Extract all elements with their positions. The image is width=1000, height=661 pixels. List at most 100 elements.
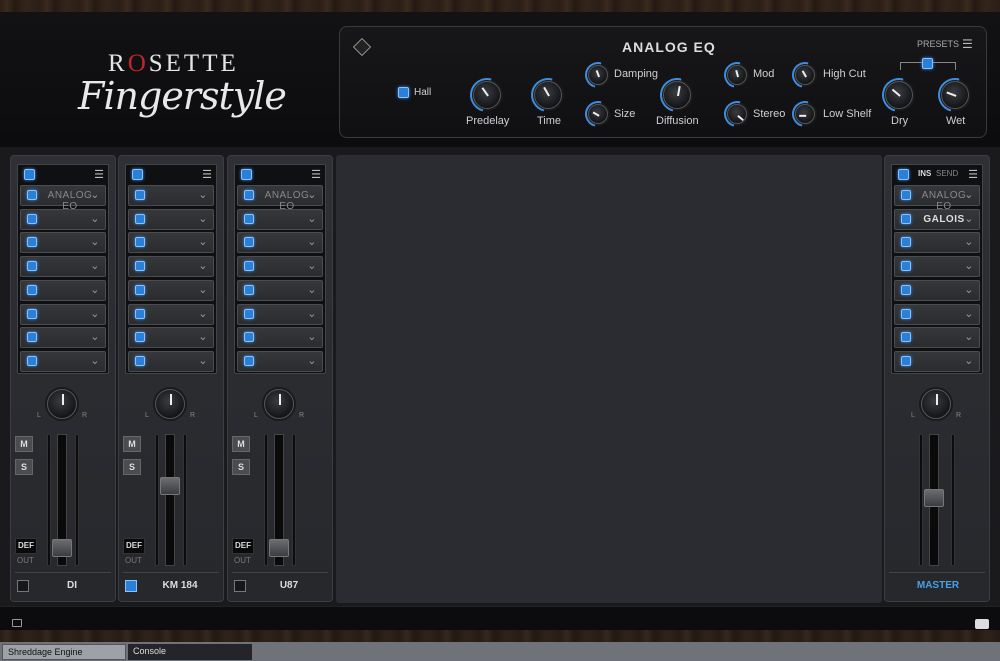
insert-slot[interactable]: ⌄ xyxy=(20,327,106,349)
slot-led[interactable] xyxy=(901,213,911,224)
slot-led[interactable] xyxy=(27,284,37,295)
insert-slot[interactable]: ⌄ xyxy=(128,256,214,278)
presets-button[interactable]: PRESETS xyxy=(917,39,959,49)
insert-slot[interactable]: ⌄ xyxy=(237,232,323,254)
camera-icon[interactable] xyxy=(975,619,989,629)
insert-slot[interactable]: ⌄ xyxy=(237,303,323,325)
size-knob[interactable] xyxy=(580,96,616,132)
volume-fader[interactable] xyxy=(269,538,289,557)
insert-slot[interactable]: ⌄ xyxy=(128,350,214,372)
pan-knob[interactable] xyxy=(264,389,294,419)
mod-knob[interactable] xyxy=(719,57,755,93)
insert-slot[interactable]: ANALOG EQ ⌄ xyxy=(237,185,323,212)
insert-slot[interactable]: ⌄ xyxy=(237,208,323,230)
slot-led[interactable] xyxy=(901,308,911,319)
lock-icon[interactable] xyxy=(12,619,22,627)
slot-led[interactable] xyxy=(901,355,911,366)
slot-led[interactable] xyxy=(135,355,145,366)
tab-shreddage-engine[interactable]: Shreddage Engine xyxy=(2,644,126,660)
send-tab[interactable]: SEND xyxy=(936,169,958,178)
high-cut-knob[interactable] xyxy=(787,57,823,93)
insert-slot[interactable]: ANALOG EQ ⌄ xyxy=(20,185,106,212)
cube-icon[interactable] xyxy=(352,37,372,57)
insert-slot[interactable]: ⌄ xyxy=(20,350,106,372)
channel-enable-led[interactable] xyxy=(241,169,252,180)
insert-slot[interactable]: ⌄ xyxy=(128,327,214,349)
insert-slot[interactable]: ⌄ xyxy=(20,256,106,278)
output-def-button[interactable]: DEF xyxy=(123,538,145,554)
time-knob[interactable] xyxy=(524,71,572,119)
insert-slot[interactable]: ⌄ xyxy=(128,185,214,206)
insert-slot[interactable]: ⌄ xyxy=(237,256,323,278)
slot-led[interactable] xyxy=(27,355,37,366)
insert-slot[interactable]: ⌄ xyxy=(237,279,323,301)
slot-led[interactable] xyxy=(901,237,911,248)
slot-led[interactable] xyxy=(27,190,37,200)
diffusion-knob[interactable] xyxy=(653,71,701,119)
solo-button[interactable]: S xyxy=(232,459,250,475)
slot-led[interactable] xyxy=(135,308,145,319)
insert-slot[interactable]: ⌄ xyxy=(20,208,106,230)
slot-led[interactable] xyxy=(901,284,911,295)
slot-led[interactable] xyxy=(27,213,37,224)
mute-button[interactable]: M xyxy=(15,436,33,452)
insert-slot[interactable]: ⌄ xyxy=(20,232,106,254)
channel-enable-led[interactable] xyxy=(24,169,35,180)
dry-wet-link-led[interactable] xyxy=(922,58,933,69)
slot-led[interactable] xyxy=(901,261,911,272)
insert-slot[interactable]: ANALOG EQ ⌄ xyxy=(894,185,980,212)
menu-icon[interactable]: ☰ xyxy=(311,168,321,181)
slot-led[interactable] xyxy=(27,261,37,272)
slot-led[interactable] xyxy=(244,190,254,200)
pan-knob[interactable] xyxy=(921,389,951,419)
pan-knob[interactable] xyxy=(47,389,77,419)
slot-led[interactable] xyxy=(135,190,145,200)
channel-select-checkbox[interactable] xyxy=(17,580,29,592)
slot-led[interactable] xyxy=(27,308,37,319)
insert-slot[interactable]: ⌄ xyxy=(128,208,214,230)
slot-led[interactable] xyxy=(244,237,254,248)
wet-knob[interactable] xyxy=(931,71,979,119)
insert-slot[interactable]: ⌄ xyxy=(237,327,323,349)
mute-button[interactable]: M xyxy=(123,436,141,452)
channel-enable-led[interactable] xyxy=(898,169,909,180)
channel-select-checkbox[interactable] xyxy=(234,580,246,592)
insert-slot[interactable]: ⌄ xyxy=(237,350,323,372)
pan-knob[interactable] xyxy=(155,389,185,419)
slot-led[interactable] xyxy=(135,213,145,224)
insert-slot[interactable]: ⌄ xyxy=(894,327,980,349)
insert-slot[interactable]: ⌄ xyxy=(894,279,980,301)
volume-fader[interactable] xyxy=(160,477,180,496)
slot-led[interactable] xyxy=(244,261,254,272)
insert-slot[interactable]: ⌄ xyxy=(20,303,106,325)
dry-knob[interactable] xyxy=(875,71,923,119)
slot-led[interactable] xyxy=(244,308,254,319)
insert-slot[interactable]: GALOIS ⌄ xyxy=(894,208,980,230)
insert-slot[interactable]: ⌄ xyxy=(894,303,980,325)
slot-led[interactable] xyxy=(244,284,254,295)
slot-led[interactable] xyxy=(244,213,254,224)
output-def-button[interactable]: DEF xyxy=(15,538,37,554)
insert-slot[interactable]: ⌄ xyxy=(894,232,980,254)
fader-track[interactable] xyxy=(165,434,175,566)
menu-icon[interactable]: ☰ xyxy=(94,168,104,181)
slot-led[interactable] xyxy=(901,190,911,200)
insert-slot[interactable]: ⌄ xyxy=(20,279,106,301)
solo-button[interactable]: S xyxy=(123,459,141,475)
slot-led[interactable] xyxy=(901,332,911,343)
volume-fader[interactable] xyxy=(924,488,944,507)
insert-slot[interactable]: ⌄ xyxy=(894,350,980,372)
slot-led[interactable] xyxy=(244,332,254,343)
stereo-knob[interactable] xyxy=(719,96,755,132)
low-shelf-knob[interactable] xyxy=(787,96,823,132)
slot-led[interactable] xyxy=(244,355,254,366)
hall-led[interactable] xyxy=(398,87,409,98)
slot-led[interactable] xyxy=(27,237,37,248)
mute-button[interactable]: M xyxy=(232,436,250,452)
channel-select-checkbox[interactable] xyxy=(125,580,137,592)
damping-knob[interactable] xyxy=(580,57,616,93)
volume-fader[interactable] xyxy=(52,538,72,557)
insert-slot[interactable]: ⌄ xyxy=(128,279,214,301)
channel-enable-led[interactable] xyxy=(132,169,143,180)
ins-tab[interactable]: INS xyxy=(918,169,931,178)
